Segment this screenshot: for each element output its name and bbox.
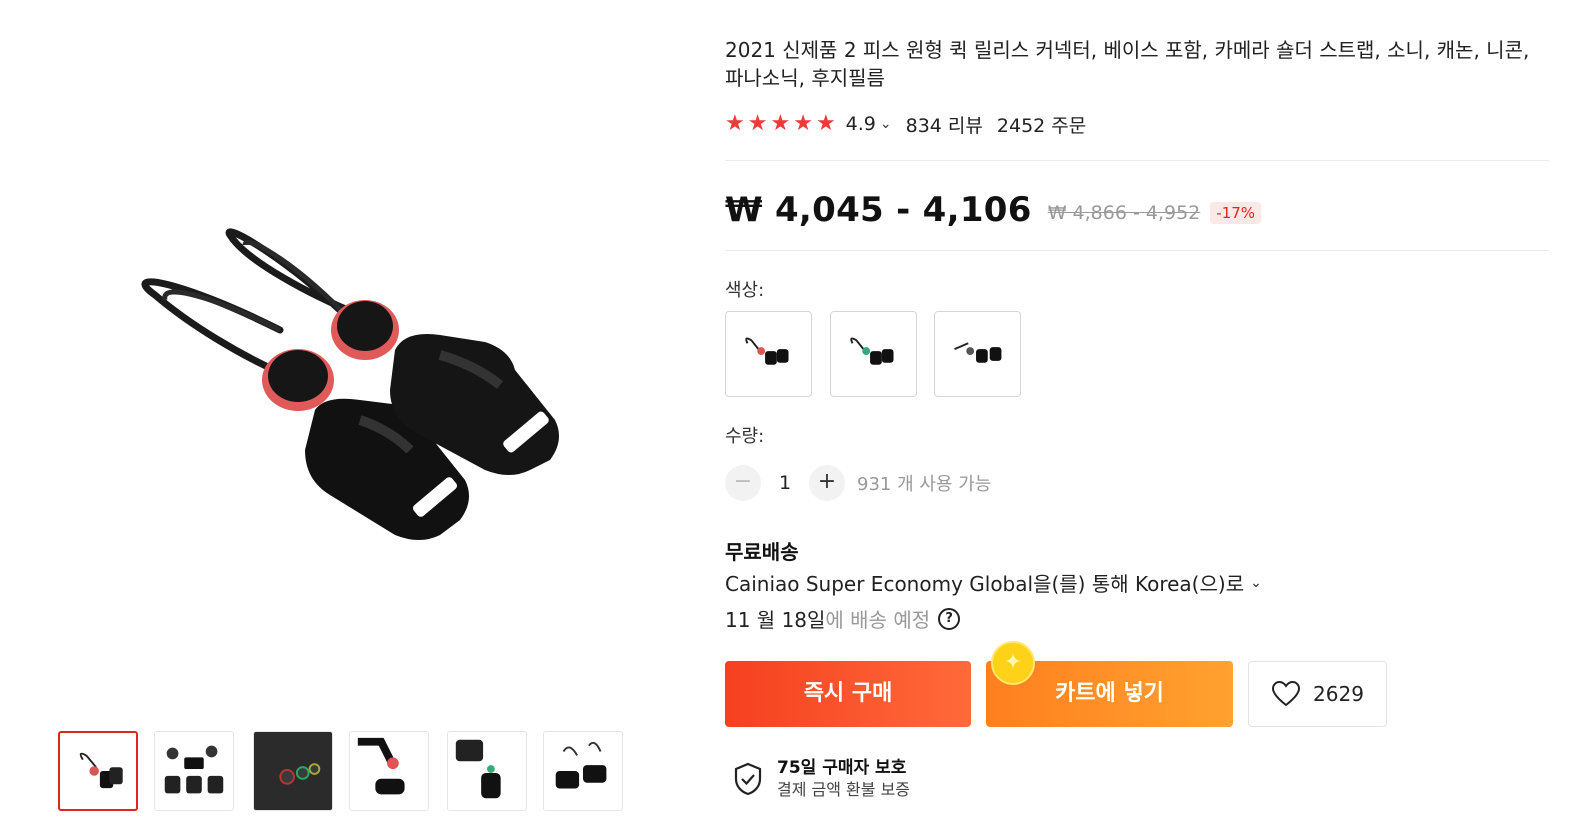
- star-icon: ★: [747, 111, 768, 136]
- wishlist-count: 2629: [1313, 682, 1364, 706]
- shipping-title: 무료배송: [725, 540, 799, 564]
- stock-available: 931 개 사용 가능: [857, 474, 992, 495]
- eta-suffix: 에 배송 예정: [825, 608, 931, 632]
- protection-subtitle: 결제 금액 환불 보증: [777, 780, 911, 799]
- buyer-protection[interactable]: 75일 구매자 보호 결제 금액 환불 보증: [733, 757, 910, 801]
- quantity-label: 수량:: [725, 426, 765, 447]
- delivery-estimate: 11 월 18일 에 배송 예정 ?: [725, 604, 961, 633]
- thumbnail-3[interactable]: [253, 731, 333, 811]
- shield-check-icon: [734, 762, 762, 796]
- protection-title: 75일 구매자 보호: [777, 758, 907, 778]
- buy-now-button[interactable]: 즉시 구매: [725, 661, 971, 727]
- current-price: ₩ 4,045 - 4,106: [725, 190, 1032, 230]
- color-label: 색상:: [725, 280, 765, 301]
- star-icon: ★: [793, 111, 813, 136]
- quantity-stepper: − 1 + 931 개 사용 가능: [725, 465, 991, 501]
- color-option-3[interactable]: [934, 311, 1021, 397]
- thumbnail-4[interactable]: [349, 731, 429, 811]
- review-count[interactable]: 834 리뷰: [906, 111, 983, 138]
- rating-row: ★ ★ ★ ★ ★ 4.9 ⌄ 834 리뷰 2452 주문: [725, 110, 1086, 138]
- discount-badge: -17%: [1210, 202, 1262, 224]
- decrease-button[interactable]: −: [725, 465, 761, 501]
- thumbnail-5[interactable]: [447, 731, 527, 811]
- price-row: ₩ 4,045 - 4,106 ₩ 4,866 - 4,952 -17%: [725, 188, 1262, 232]
- star-rating: ★ ★ ★ ★ ★: [725, 113, 836, 135]
- color-option-2[interactable]: [830, 311, 917, 397]
- main-product-image[interactable]: [60, 150, 640, 670]
- order-count: 2452 주문: [996, 114, 1087, 137]
- rating-value[interactable]: 4.9: [846, 113, 876, 135]
- star-icon: ★: [815, 111, 836, 136]
- thumbnail-2[interactable]: [154, 731, 234, 811]
- help-icon[interactable]: ?: [938, 607, 961, 630]
- star-icon: ★: [725, 111, 745, 136]
- shipping-method-text[interactable]: Cainiao Super Economy Global을(를) 통해 Kore…: [725, 568, 1244, 597]
- thumbnail-6[interactable]: [543, 731, 623, 811]
- product-title: 2021 신제품 2 피스 원형 퀵 릴리스 커넥터, 베이스 포함, 카메라 …: [725, 38, 1530, 90]
- quantity-input[interactable]: 1: [761, 472, 809, 494]
- coin-sparkle-icon: ✦: [991, 641, 1035, 685]
- chevron-down-icon[interactable]: ⌄: [1250, 575, 1262, 591]
- color-option-1[interactable]: [725, 311, 812, 397]
- divider: [725, 160, 1549, 161]
- eta-date: 11 월 18일: [725, 608, 826, 632]
- chevron-down-icon[interactable]: ⌄: [880, 116, 892, 132]
- thumbnail-1[interactable]: [58, 731, 138, 811]
- increase-button[interactable]: +: [809, 465, 845, 501]
- divider: [725, 250, 1549, 251]
- wishlist-button[interactable]: 2629: [1248, 661, 1387, 727]
- heart-icon: [1272, 680, 1301, 707]
- original-price: ₩ 4,866 - 4,952: [1047, 202, 1201, 224]
- star-icon: ★: [770, 111, 791, 136]
- shipping-method[interactable]: Cainiao Super Economy Global을(를) 통해 Kore…: [725, 568, 1262, 597]
